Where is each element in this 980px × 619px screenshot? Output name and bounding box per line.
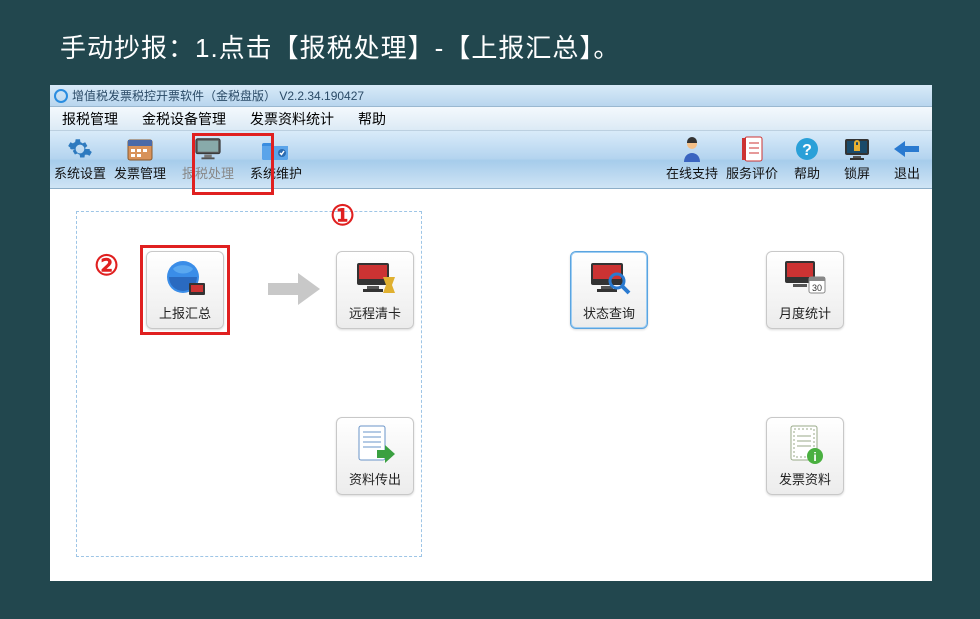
menu-invoice-stats[interactable]: 发票资料统计	[238, 107, 346, 130]
document-info-icon: i	[783, 425, 827, 465]
btn-monthly-stats[interactable]: 30 月度统计	[766, 251, 844, 329]
window-title: 增值税发票税控开票软件（金税盘版） V2.2.34.190427	[72, 87, 364, 104]
btn-label: 上报汇总	[159, 303, 211, 322]
folder-icon	[262, 137, 290, 161]
help-icon: ?	[793, 137, 821, 161]
back-arrow-icon	[893, 137, 921, 161]
btn-invoice-data[interactable]: i 发票资料	[766, 417, 844, 495]
toolbar-label: 系统维护	[250, 163, 302, 182]
btn-remote-clear[interactable]: 远程清卡	[336, 251, 414, 329]
toolbar-exit[interactable]: 退出	[882, 131, 932, 188]
svg-text:30: 30	[812, 283, 822, 293]
notebook-icon	[738, 137, 766, 161]
toolbar-service-rating[interactable]: 服务评价	[722, 131, 782, 188]
toolbar-lock-screen[interactable]: 锁屏	[832, 131, 882, 188]
annotation-circle-1: ①	[330, 199, 355, 232]
toolbar-label: 锁屏	[844, 163, 870, 182]
app-window: 增值税发票税控开票软件（金税盘版） V2.2.34.190427 报税管理 金税…	[50, 85, 932, 581]
menu-tax-management[interactable]: 报税管理	[50, 107, 130, 130]
toolbar-system-maintenance[interactable]: 系统维护	[246, 131, 306, 188]
btn-status-query[interactable]: 状态查询	[570, 251, 648, 329]
toolbar-left-group: 系统设置 发票管理 报税处理 系统维护	[50, 131, 306, 188]
lock-monitor-icon	[843, 137, 871, 161]
support-person-icon	[678, 137, 706, 161]
toolbar-label: 发票管理	[114, 163, 166, 182]
toolbar-label: 退出	[894, 163, 920, 182]
calendar-icon	[126, 137, 154, 161]
menu-device-management[interactable]: 金税设备管理	[130, 107, 238, 130]
btn-label: 远程清卡	[349, 303, 401, 322]
toolbar-online-support[interactable]: 在线支持	[662, 131, 722, 188]
globe-upload-icon	[163, 259, 207, 299]
toolbar-help[interactable]: ? 帮助	[782, 131, 832, 188]
arrow-right-icon	[264, 269, 324, 299]
toolbar-system-settings[interactable]: 系统设置	[50, 131, 110, 188]
gear-icon	[66, 137, 94, 161]
btn-label: 发票资料	[779, 469, 831, 488]
svg-text:i: i	[813, 450, 816, 464]
svg-text:?: ?	[802, 142, 812, 159]
content-area: ① ② 上报汇总	[50, 189, 932, 581]
monitor-icon	[194, 137, 222, 161]
annotation-circle-2: ②	[94, 249, 119, 282]
instruction-text: 手动抄报：1.点击【报税处理】-【上报汇总】。	[0, 0, 980, 83]
btn-data-export[interactable]: 资料传出	[336, 417, 414, 495]
document-export-icon	[353, 425, 397, 465]
btn-label: 月度统计	[779, 303, 831, 322]
toolbar-tax-processing[interactable]: 报税处理	[170, 131, 246, 188]
toolbar-invoice-management[interactable]: 发票管理	[110, 131, 170, 188]
title-bar: 增值税发票税控开票软件（金税盘版） V2.2.34.190427	[50, 85, 932, 107]
toolbar-label: 在线支持	[666, 163, 718, 182]
toolbar-right-group: 在线支持 服务评价 ? 帮助 锁屏	[662, 131, 932, 188]
monitor-search-icon	[587, 259, 631, 299]
toolbar-label: 服务评价	[726, 163, 778, 182]
menu-bar: 报税管理 金税设备管理 发票资料统计 帮助	[50, 107, 932, 131]
app-logo-icon	[54, 89, 68, 103]
menu-help[interactable]: 帮助	[346, 107, 398, 130]
toolbar-label: 帮助	[794, 163, 820, 182]
btn-upload-summary[interactable]: 上报汇总	[146, 251, 224, 329]
monitor-hourglass-icon	[353, 259, 397, 299]
btn-label: 资料传出	[349, 469, 401, 488]
toolbar-label: 系统设置	[54, 163, 106, 182]
toolbar-label: 报税处理	[182, 163, 234, 182]
toolbar: 系统设置 发票管理 报税处理 系统维护	[50, 131, 932, 189]
btn-label: 状态查询	[583, 303, 635, 322]
monitor-calendar-icon: 30	[783, 259, 827, 299]
